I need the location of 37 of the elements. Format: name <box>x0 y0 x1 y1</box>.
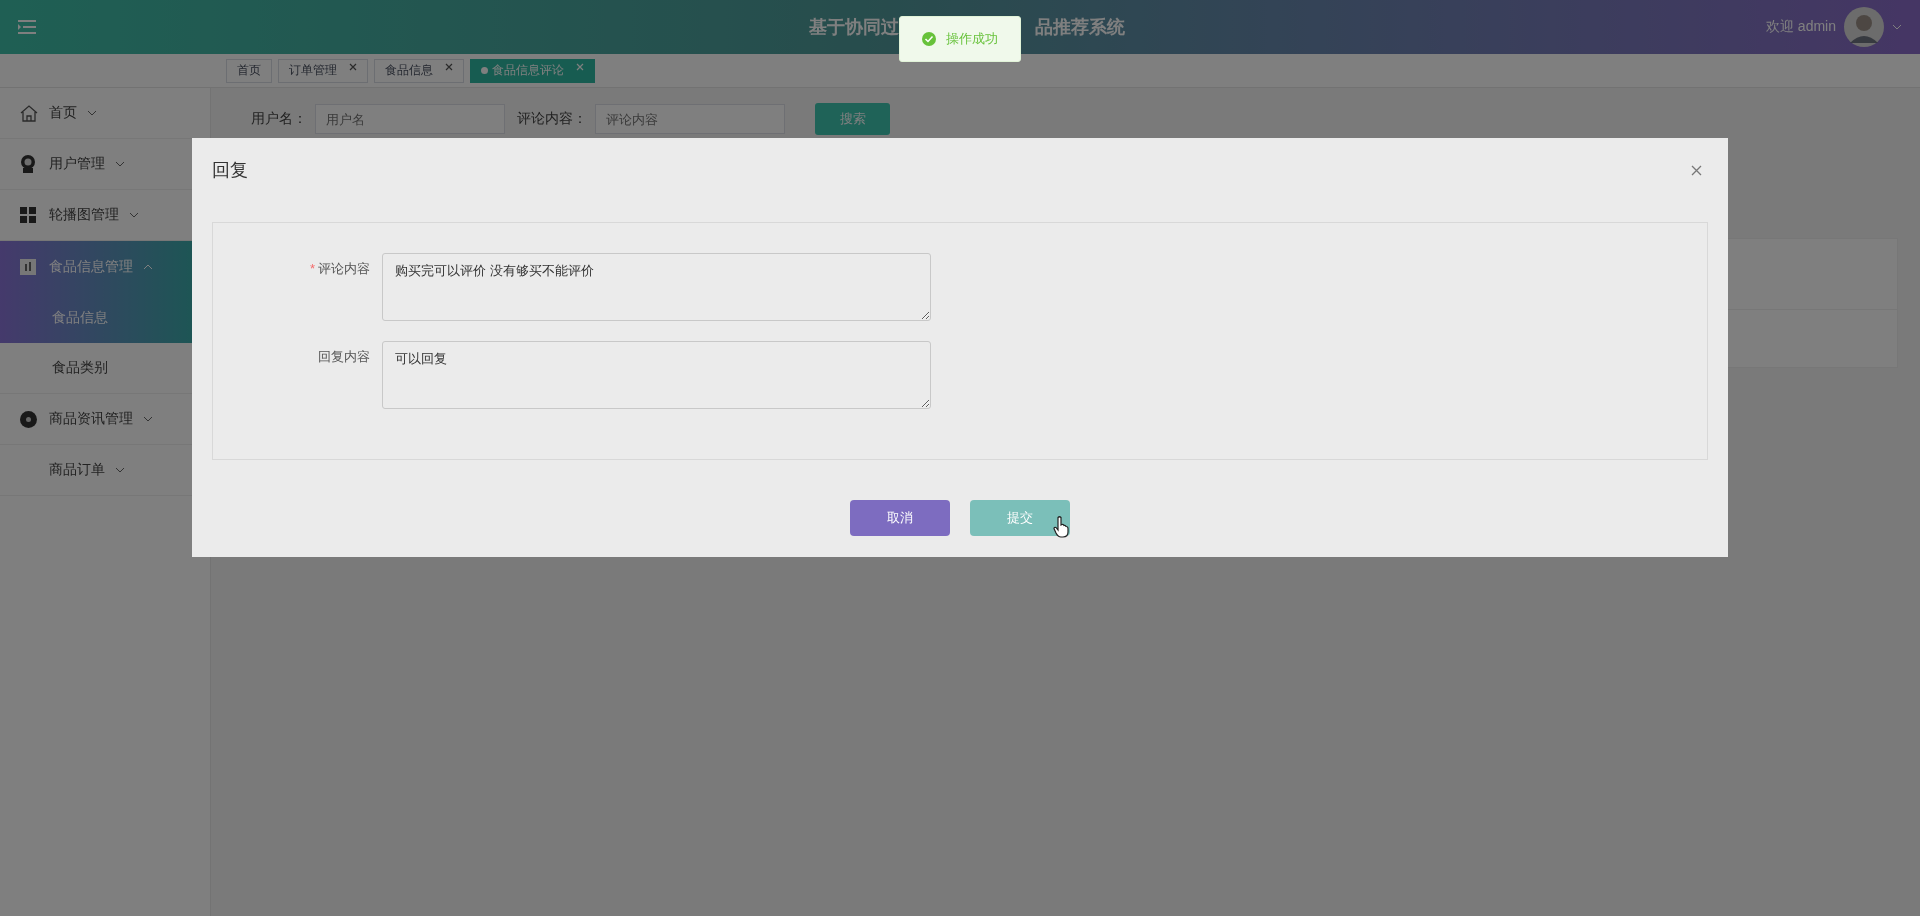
welcome-text: 欢迎 admin <box>1765 18 1836 36</box>
system-title: 品推荐系统 <box>1035 16 1125 39</box>
success-icon <box>922 32 936 46</box>
grid-icon <box>20 207 36 223</box>
search-field[interactable]: 评论内容 <box>595 104 785 134</box>
page-tab[interactable]: 首页 <box>226 58 272 83</box>
text-area[interactable]: 可以回复 <box>382 341 931 409</box>
close-icon[interactable] <box>349 62 357 71</box>
field-label: * 评论内容 <box>308 260 371 278</box>
search-label: 评论内容： <box>517 110 587 128</box>
page-tab[interactable]: 订单管理 <box>278 58 368 83</box>
chevron-down-icon <box>87 110 97 116</box>
search-label: 用户名： <box>251 110 307 128</box>
text-area[interactable]: 购买完可以评价 没有够买不能评价 <box>382 253 931 321</box>
menu-icon[interactable] <box>18 19 36 35</box>
hand-cursor-icon <box>1053 516 1069 538</box>
chevron-down-icon <box>115 161 125 167</box>
cancel-button[interactable]: 取消 <box>850 500 950 536</box>
chevron-down-icon <box>129 212 139 218</box>
dialog-title: 回复 <box>212 159 248 182</box>
chevron-down-icon <box>143 416 153 422</box>
search-field[interactable]: 用户名 <box>315 104 505 134</box>
page-tab[interactable]: 食品信息 <box>374 58 464 83</box>
avatar-icon[interactable] <box>1844 7 1884 47</box>
field-label: 回复内容 <box>317 348 371 366</box>
chevron-up-icon <box>143 263 153 270</box>
user-icon <box>20 155 36 173</box>
submit-button[interactable]: 提交 <box>970 500 1070 536</box>
disc-icon <box>20 410 37 428</box>
chevron-down-icon <box>115 467 125 473</box>
close-icon[interactable] <box>445 62 453 71</box>
system-title: 基于协同过 <box>809 16 899 39</box>
chart-icon <box>20 258 36 275</box>
home-icon <box>20 104 38 122</box>
success-toast: 操作成功 <box>899 16 1021 62</box>
chevron-down-icon[interactable] <box>1892 24 1902 30</box>
close-icon[interactable] <box>1691 164 1702 176</box>
